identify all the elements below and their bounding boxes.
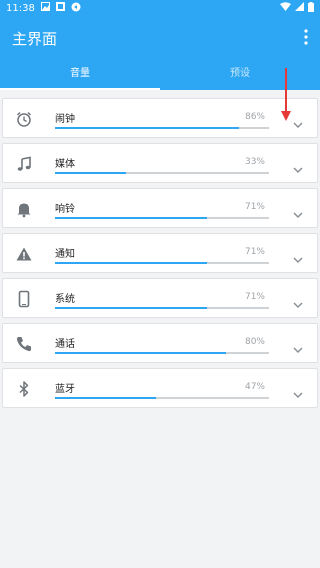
bell-icon: [15, 200, 33, 218]
chevron-down-icon[interactable]: [293, 384, 303, 399]
list-item-notification[interactable]: 通知 71%: [2, 233, 318, 273]
volume-slider-fill: [55, 217, 207, 219]
volume-slider[interactable]: [55, 217, 269, 219]
volume-slider[interactable]: [55, 262, 269, 264]
list-item-call[interactable]: 通话 80%: [2, 323, 318, 363]
status-time: 11:38: [6, 2, 35, 14]
volume-slider[interactable]: [55, 352, 269, 354]
phone-device-icon: [15, 290, 33, 308]
list-item-ringtone[interactable]: 响铃 71%: [2, 188, 318, 228]
overflow-menu-icon[interactable]: [302, 28, 310, 46]
volume-label: 闹钟: [55, 114, 75, 125]
volume-slider-fill: [55, 262, 207, 264]
volume-percent: 80%: [244, 337, 265, 347]
tab-volume[interactable]: 音量: [0, 60, 160, 90]
battery-icon: [308, 1, 314, 15]
volume-slider[interactable]: [55, 127, 269, 129]
tab-bar: 音量 预设: [0, 60, 320, 90]
volume-label: 通话: [55, 339, 75, 350]
volume-label: 通知: [55, 249, 75, 260]
page-title: 主界面: [12, 30, 58, 48]
chevron-down-icon[interactable]: [293, 294, 303, 309]
bluetooth-icon: [15, 380, 33, 398]
volume-label: 系统: [55, 294, 75, 305]
volume-slider[interactable]: [55, 307, 269, 309]
chevron-down-icon[interactable]: [293, 339, 303, 354]
list-item-alarm[interactable]: 闹钟 86%: [2, 98, 318, 138]
volume-percent: 71%: [244, 292, 265, 302]
volume-percent: 33%: [244, 157, 265, 167]
music-note-icon: [15, 155, 33, 173]
chevron-down-icon[interactable]: [293, 159, 303, 174]
volume-slider-fill: [55, 307, 207, 309]
volume-percent: 47%: [244, 382, 265, 392]
alarm-clock-icon: [15, 110, 33, 128]
volume-slider-fill: [55, 397, 156, 399]
list-item-system[interactable]: 系统 71%: [2, 278, 318, 318]
app-bar: 主界面: [0, 16, 320, 60]
app-notification-icon: [55, 2, 65, 14]
volume-slider-fill: [55, 127, 240, 129]
volume-slider-fill: [55, 172, 126, 174]
volume-slider-fill: [55, 352, 227, 354]
chevron-down-icon[interactable]: [293, 204, 303, 219]
signal-icon: [295, 2, 304, 14]
tab-presets[interactable]: 预设: [160, 60, 320, 90]
volume-label: 响铃: [55, 204, 75, 215]
volume-percent: 71%: [244, 247, 265, 257]
list-item-media[interactable]: 媒体 33%: [2, 143, 318, 183]
image-notification-icon: [40, 2, 50, 14]
call-icon: [15, 335, 33, 353]
warning-icon: [15, 245, 33, 263]
volume-label: 媒体: [55, 159, 75, 170]
chevron-down-icon[interactable]: [293, 114, 303, 129]
volume-label: 蓝牙: [55, 384, 75, 395]
annotation-arrow-icon: [280, 68, 292, 122]
sync-notification-icon: [71, 2, 81, 15]
wifi-icon: [280, 2, 291, 14]
volume-slider[interactable]: [55, 397, 269, 399]
status-bar: 11:38: [0, 0, 320, 16]
volume-slider[interactable]: [55, 172, 269, 174]
list-item-bluetooth[interactable]: 蓝牙 47%: [2, 368, 318, 408]
volume-percent: 71%: [244, 202, 265, 212]
volume-percent: 86%: [244, 112, 265, 122]
chevron-down-icon[interactable]: [293, 249, 303, 264]
